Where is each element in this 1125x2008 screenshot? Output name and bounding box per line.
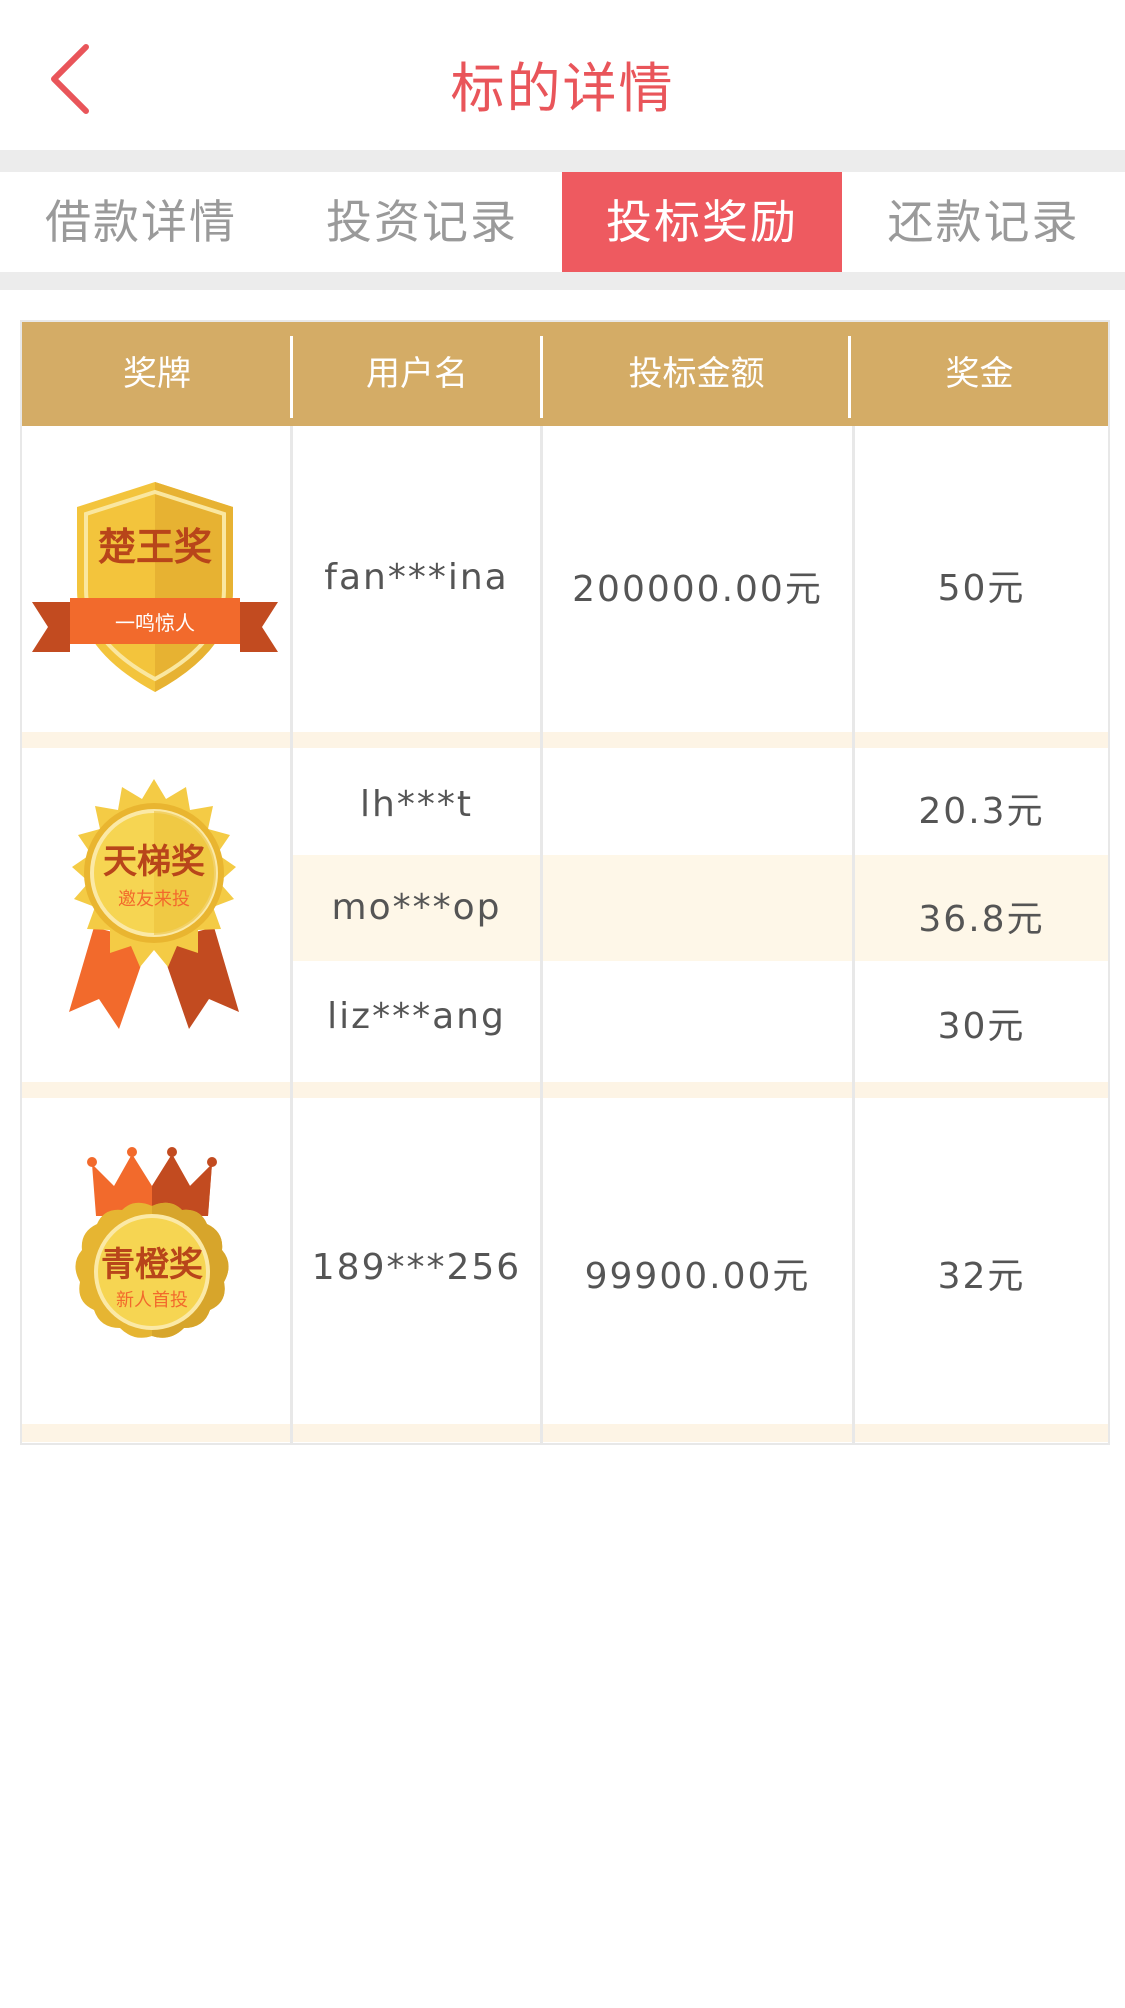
rosette-medal-icon: 天梯奖 邀友来投	[54, 777, 254, 1037]
column-header-bonus: 奖金	[945, 354, 1014, 394]
tab-bid-rewards[interactable]: 投标奖励	[562, 172, 842, 272]
crown-medal-icon: 青橙奖 新人首投	[52, 1136, 252, 1386]
column-header-username: 用户名	[366, 354, 468, 394]
page-title: 标的详情	[450, 57, 675, 120]
medal-subtitle: 新人首投	[116, 1290, 188, 1311]
bid-amount: 200000.00元	[572, 569, 823, 610]
medal-name: 楚王奖	[98, 525, 212, 569]
bonus: 20.3元	[918, 791, 1045, 832]
column-header-bid-amount: 投标金额	[628, 354, 765, 394]
username: fan***ina	[324, 557, 509, 598]
group-separator	[22, 1082, 1108, 1098]
medal-name: 天梯奖	[103, 842, 205, 882]
medal-subtitle: 一鸣惊人	[115, 611, 195, 635]
shield-medal-icon: 楚王奖 一鸣惊人	[30, 472, 280, 702]
bonus: 32元	[937, 1256, 1026, 1297]
bonus: 36.8元	[918, 899, 1045, 940]
divider	[0, 272, 1125, 290]
tab-loan-details[interactable]: 借款详情	[0, 172, 282, 272]
medal-subtitle: 邀友来投	[118, 889, 190, 910]
rewards-table: 奖牌 用户名 投标金额 奖金 楚王奖 一鸣惊人 fan***ina 200000…	[20, 320, 1110, 1445]
top-bar: 标的详情	[0, 0, 1125, 150]
column-header-medal: 奖牌	[123, 354, 191, 394]
tab-investment-records[interactable]: 投资记录	[282, 172, 562, 272]
tab-repayment-records[interactable]: 还款记录	[842, 172, 1125, 272]
username: 189***256	[311, 1247, 522, 1288]
group-separator	[22, 1424, 1108, 1442]
divider	[0, 150, 1125, 172]
bonus: 50元	[937, 568, 1026, 609]
bonus: 30元	[937, 1006, 1026, 1047]
tab-bar: 借款详情 投资记录 投标奖励 还款记录	[0, 172, 1125, 272]
medal-name: 青橙奖	[101, 1245, 203, 1285]
group-separator	[22, 732, 1108, 748]
username: lh***t	[360, 784, 473, 825]
table-header: 奖牌 用户名 投标金额 奖金	[22, 322, 1108, 426]
username: liz***ang	[327, 996, 506, 1037]
bid-amount: 99900.00元	[584, 1256, 811, 1297]
username: mo***op	[331, 887, 502, 928]
